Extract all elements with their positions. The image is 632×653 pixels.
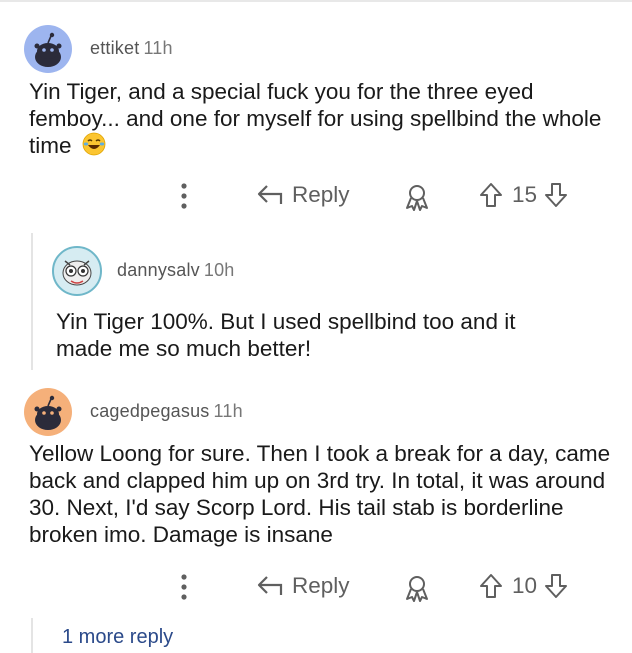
comment-body: Yin Tiger 100%. But I used spellbind too…	[56, 308, 576, 362]
comment-actions: Reply 15	[0, 177, 632, 217]
comment-author[interactable]: ettiket 11h	[90, 38, 173, 59]
comment-actions: Reply 10	[0, 568, 632, 608]
more-vertical-icon	[181, 574, 187, 600]
downvote-icon[interactable]	[543, 181, 569, 209]
award-button[interactable]	[402, 573, 432, 603]
vote-control: 15	[478, 181, 569, 209]
comment-text: Yin Tiger 100%. But I used spellbind too…	[56, 309, 516, 361]
reddit-snoo-icon	[34, 32, 62, 67]
avatar[interactable]	[52, 246, 102, 296]
comment-text: Yin Tiger, and a special fuck you for th…	[29, 79, 602, 158]
top-divider	[0, 0, 632, 2]
username-text[interactable]: dannysalv	[117, 260, 200, 280]
comment-body: Yin Tiger, and a special fuck you for th…	[29, 78, 609, 162]
award-icon	[406, 185, 428, 211]
comment-text: Yellow Loong for sure. Then I took a bre…	[29, 441, 611, 547]
laughing-crying-emoji-icon	[82, 132, 106, 162]
username-text[interactable]: ettiket	[90, 38, 139, 58]
timestamp: 10h	[203, 260, 235, 280]
reply-arrow-icon	[257, 185, 283, 204]
avatar[interactable]	[24, 388, 72, 436]
vote-count: 15	[512, 182, 538, 207]
username-text[interactable]: cagedpegasus	[90, 401, 210, 421]
avatar[interactable]	[24, 25, 72, 73]
comment-author[interactable]: cagedpegasus 11h	[90, 401, 243, 422]
reply-label: Reply	[292, 573, 350, 598]
upvote-icon[interactable]	[478, 181, 504, 209]
reply-button[interactable]: Reply	[256, 573, 350, 599]
reply-label: Reply	[292, 182, 350, 207]
more-options-button[interactable]	[177, 572, 191, 602]
vote-control: 10	[478, 572, 569, 600]
reply-arrow-icon	[257, 576, 283, 595]
reply-button[interactable]: Reply	[256, 182, 350, 208]
thread-line	[31, 233, 33, 370]
comment-body: Yellow Loong for sure. Then I took a bre…	[29, 440, 614, 548]
timestamp: 11h	[213, 401, 243, 421]
upvote-icon[interactable]	[478, 572, 504, 600]
award-button[interactable]	[402, 182, 432, 212]
more-replies-link[interactable]: 1 more reply	[62, 626, 173, 649]
vote-count: 10	[512, 573, 538, 598]
more-vertical-icon	[181, 183, 187, 209]
comment-author[interactable]: dannysalv 10h	[117, 260, 235, 281]
downvote-icon[interactable]	[543, 572, 569, 600]
thread-line	[31, 618, 33, 653]
award-icon	[406, 576, 428, 602]
custom-avatar-icon	[62, 260, 92, 286]
timestamp: 11h	[143, 38, 173, 58]
reddit-snoo-icon	[34, 395, 62, 430]
more-options-button[interactable]	[177, 181, 191, 211]
